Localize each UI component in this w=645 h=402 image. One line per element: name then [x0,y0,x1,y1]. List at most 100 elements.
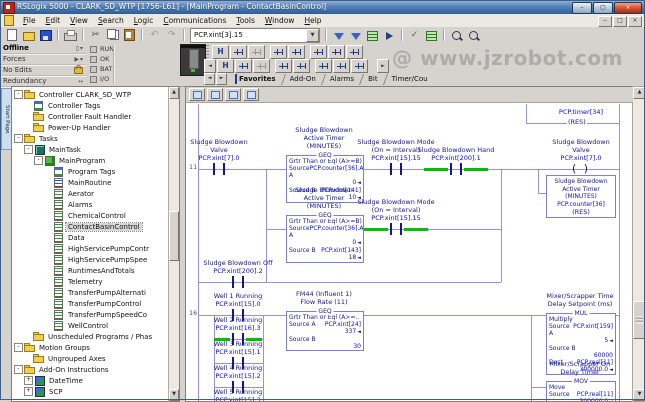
ladder-contact[interactable] [449,163,463,175]
mdi-restore-button[interactable]: □ [613,16,627,27]
chevron-down-icon[interactable]: ▼ [306,29,319,42]
ladder-instruction-block[interactable]: MOVMoveSourcePCP.real[11]300000.0◄ [546,381,616,402]
tree-item-motion-groups[interactable]: -Motion Groups [12,342,169,353]
palette-button-contact-no[interactable] [275,59,292,73]
palette-button-coil[interactable] [310,45,327,59]
tree-item-datetime[interactable]: +DateTime [12,375,169,386]
menu-item-edit[interactable]: Edit [41,16,66,25]
chevron-down-icon[interactable]: ▾ [80,45,83,52]
chevron-down-icon[interactable]: ▾ [80,56,83,63]
copy-button[interactable] [104,29,121,42]
ladder-contact[interactable] [389,223,403,235]
palette-button-new-rung[interactable]: H [212,45,229,59]
ladder-contact[interactable] [231,333,245,345]
ladder-toolbar-button-2[interactable] [207,88,223,101]
ladder-coil[interactable]: ( ) [570,163,592,175]
new-button[interactable] [3,29,20,42]
forces-status[interactable]: Forces ▶▾ [0,54,86,65]
verify-controller-button[interactable] [347,29,364,42]
tree-expander-icon[interactable]: + [24,387,33,396]
tree-scrollbar[interactable]: ▲ ▼ [168,87,179,401]
ladder-scrollbar[interactable]: ▲ ▼ [632,86,645,402]
tree-item-transferpumpspeedco[interactable]: TransferPumpSpeedCo [12,309,169,320]
scroll-thumb[interactable] [169,211,179,261]
palette-button-one-shot[interactable] [346,45,363,59]
menu-item-view[interactable]: View [65,16,93,25]
zoom-out-button[interactable] [465,29,482,42]
palette-tab-favorites[interactable]: Favorites [228,73,283,85]
ladder-instruction-block[interactable]: GEQGrtr Than or Eql (A>=B)Source APCP.co… [286,215,364,263]
palette-button-branch[interactable] [230,45,247,59]
palette-button-new-rung[interactable]: H [217,59,234,73]
ladder-instruction-block[interactable]: GEQGrtr Than or Eql (A>=..Source APCP.xi… [286,311,364,351]
tree-item-unscheduled-programs-phas[interactable]: Unscheduled Programs / Phas [12,331,169,342]
ladder-toolbar-button-1[interactable] [189,88,205,101]
palette-button-branch[interactable] [235,59,252,73]
accept-edits-button[interactable]: ✓ [406,29,423,42]
ladder-contact[interactable] [231,357,245,369]
palette-button-branch-level[interactable] [248,45,265,59]
palette-scroll-right-icon[interactable]: ► [377,59,389,73]
tab-scroll-right-icon[interactable]: ► [216,73,227,85]
palette-button-coil-negated[interactable] [333,59,350,73]
palette-button-coil[interactable] [315,59,332,73]
undo-button[interactable]: ↶ [146,29,163,42]
tree-item-tasks[interactable]: -Tasks [12,133,169,144]
ladder-contact[interactable] [231,381,245,393]
ladder-res-block[interactable]: Sludge BlowdownActive Timer(MINUTES)PCP.… [546,175,616,218]
tree-item-transferpumpalternati[interactable]: TransferPumpAlternati [12,287,169,298]
ladder-contact[interactable] [389,163,403,175]
tree-expander-icon[interactable]: - [14,134,23,143]
minimize-button[interactable]: – [572,2,592,14]
tree-item-transferpumpcontrol[interactable]: TransferPumpControl [12,298,169,309]
palette-button-contact-nc[interactable] [293,59,310,73]
cut-button[interactable]: ✂ [87,29,104,42]
tree-item-controller-clark-sd-wtp[interactable]: -Controller CLARK_SD_WTP [12,89,169,100]
ladder-contact[interactable] [231,276,245,288]
menu-item-window[interactable]: Window [260,16,300,25]
ladder-contact[interactable] [212,163,226,175]
palette-tab-bit[interactable]: Bit [361,73,385,85]
tree-item-chemicalcontrol[interactable]: ChemicalControl [12,210,169,221]
tree-item-aerator[interactable]: Aerator [12,188,169,199]
controller-mode-status[interactable]: Offline ▯▾ [0,43,86,54]
tree-item-telemetry[interactable]: Telemetry [12,276,169,287]
palette-tab-timer-cou[interactable]: Timer/Cou [385,73,435,85]
tree-item-scp[interactable]: +SCP [12,386,169,397]
tree-item-controller-fault-handler[interactable]: Controller Fault Handler [12,111,169,122]
tree-item-alarms[interactable]: Alarms [12,199,169,210]
edit-tag-button[interactable] [423,29,440,42]
scroll-down-icon[interactable]: ▼ [633,389,645,401]
palette-button-branch-level[interactable] [253,59,270,73]
close-button[interactable]: × [614,2,642,14]
scroll-up-icon[interactable]: ▲ [633,87,645,99]
menu-item-search[interactable]: Search [93,16,129,25]
menu-item-file[interactable]: File [18,16,41,25]
tab-scroll-left-icon[interactable]: ◄ [204,73,215,85]
scroll-up-icon[interactable]: ▲ [169,87,179,99]
browse-logic-button[interactable] [364,29,381,42]
menu-item-help[interactable]: Help [299,16,326,25]
tree-item-power-up-handler[interactable]: Power-Up Handler [12,122,169,133]
tree-item-runtimesandtotals[interactable]: RuntimesAndTotals [12,265,169,276]
ladder-toolbar-button-3[interactable] [225,88,241,101]
palette-tab-add-on[interactable]: Add-On [283,73,323,85]
ladder-res-coil[interactable]: (RES) [567,118,587,127]
rung-number[interactable]: 11 [189,163,197,171]
mdi-close-button[interactable]: × [628,16,642,27]
tree-expander-icon[interactable]: - [24,145,33,154]
redo-button[interactable]: ↷ [163,29,180,42]
tree-item-highservicepumpcontr[interactable]: HighServicePumpContr [12,243,169,254]
tree-item-ungrouped-axes[interactable]: Ungrouped Axes [12,353,169,364]
menu-item-logic[interactable]: Logic [129,16,159,25]
tree-item-mainprogram[interactable]: -MainProgram [12,155,169,166]
palette-tab-alarms[interactable]: Alarms [323,73,361,85]
print-button[interactable] [62,29,79,42]
tree-expander-icon[interactable]: - [14,343,23,352]
tree-expander-icon[interactable]: - [14,90,23,99]
edits-status[interactable]: No Edits [0,65,86,76]
menu-item-communications[interactable]: Communications [158,16,231,25]
tree-item-program-tags[interactable]: Program Tags [12,166,169,177]
palette-button-one-shot[interactable] [351,59,368,73]
toggle-bit-button[interactable] [381,29,398,42]
